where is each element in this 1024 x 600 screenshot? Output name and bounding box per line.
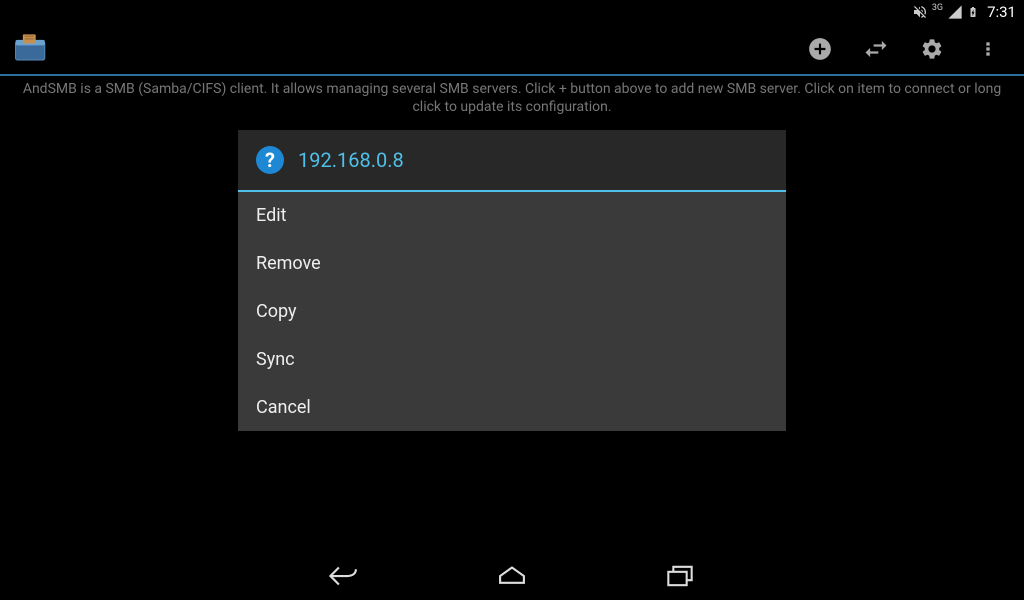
status-bar: 3G 7:31	[0, 0, 1024, 24]
app-description: AndSMB is a SMB (Samba/CIFS) client. It …	[0, 76, 1024, 118]
nav-home-button[interactable]	[488, 552, 536, 600]
nav-recent-button[interactable]	[656, 552, 704, 600]
mute-icon	[912, 4, 928, 20]
dialog-title: 192.168.0.8	[298, 148, 404, 172]
add-button[interactable]	[792, 25, 848, 73]
menu-item-remove[interactable]: Remove	[238, 240, 786, 288]
network-type-label: 3G	[932, 3, 943, 13]
question-icon: ?	[256, 146, 284, 174]
menu-item-copy[interactable]: Copy	[238, 288, 786, 336]
overflow-menu-button[interactable]	[960, 25, 1016, 73]
navigation-bar	[0, 552, 1024, 600]
swap-button[interactable]	[848, 25, 904, 73]
battery-icon	[967, 4, 979, 20]
action-bar	[0, 24, 1024, 76]
menu-item-cancel[interactable]: Cancel	[238, 384, 786, 431]
clock-time: 7:31	[987, 3, 1016, 21]
dialog-header: ? 192.168.0.8	[238, 130, 786, 192]
signal-icon	[947, 4, 963, 20]
app-icon	[8, 25, 56, 73]
nav-back-button[interactable]	[320, 552, 368, 600]
menu-item-sync[interactable]: Sync	[238, 336, 786, 384]
menu-item-edit[interactable]: Edit	[238, 192, 786, 240]
settings-button[interactable]	[904, 25, 960, 73]
context-dialog: ? 192.168.0.8 Edit Remove Copy Sync Canc…	[238, 130, 786, 431]
